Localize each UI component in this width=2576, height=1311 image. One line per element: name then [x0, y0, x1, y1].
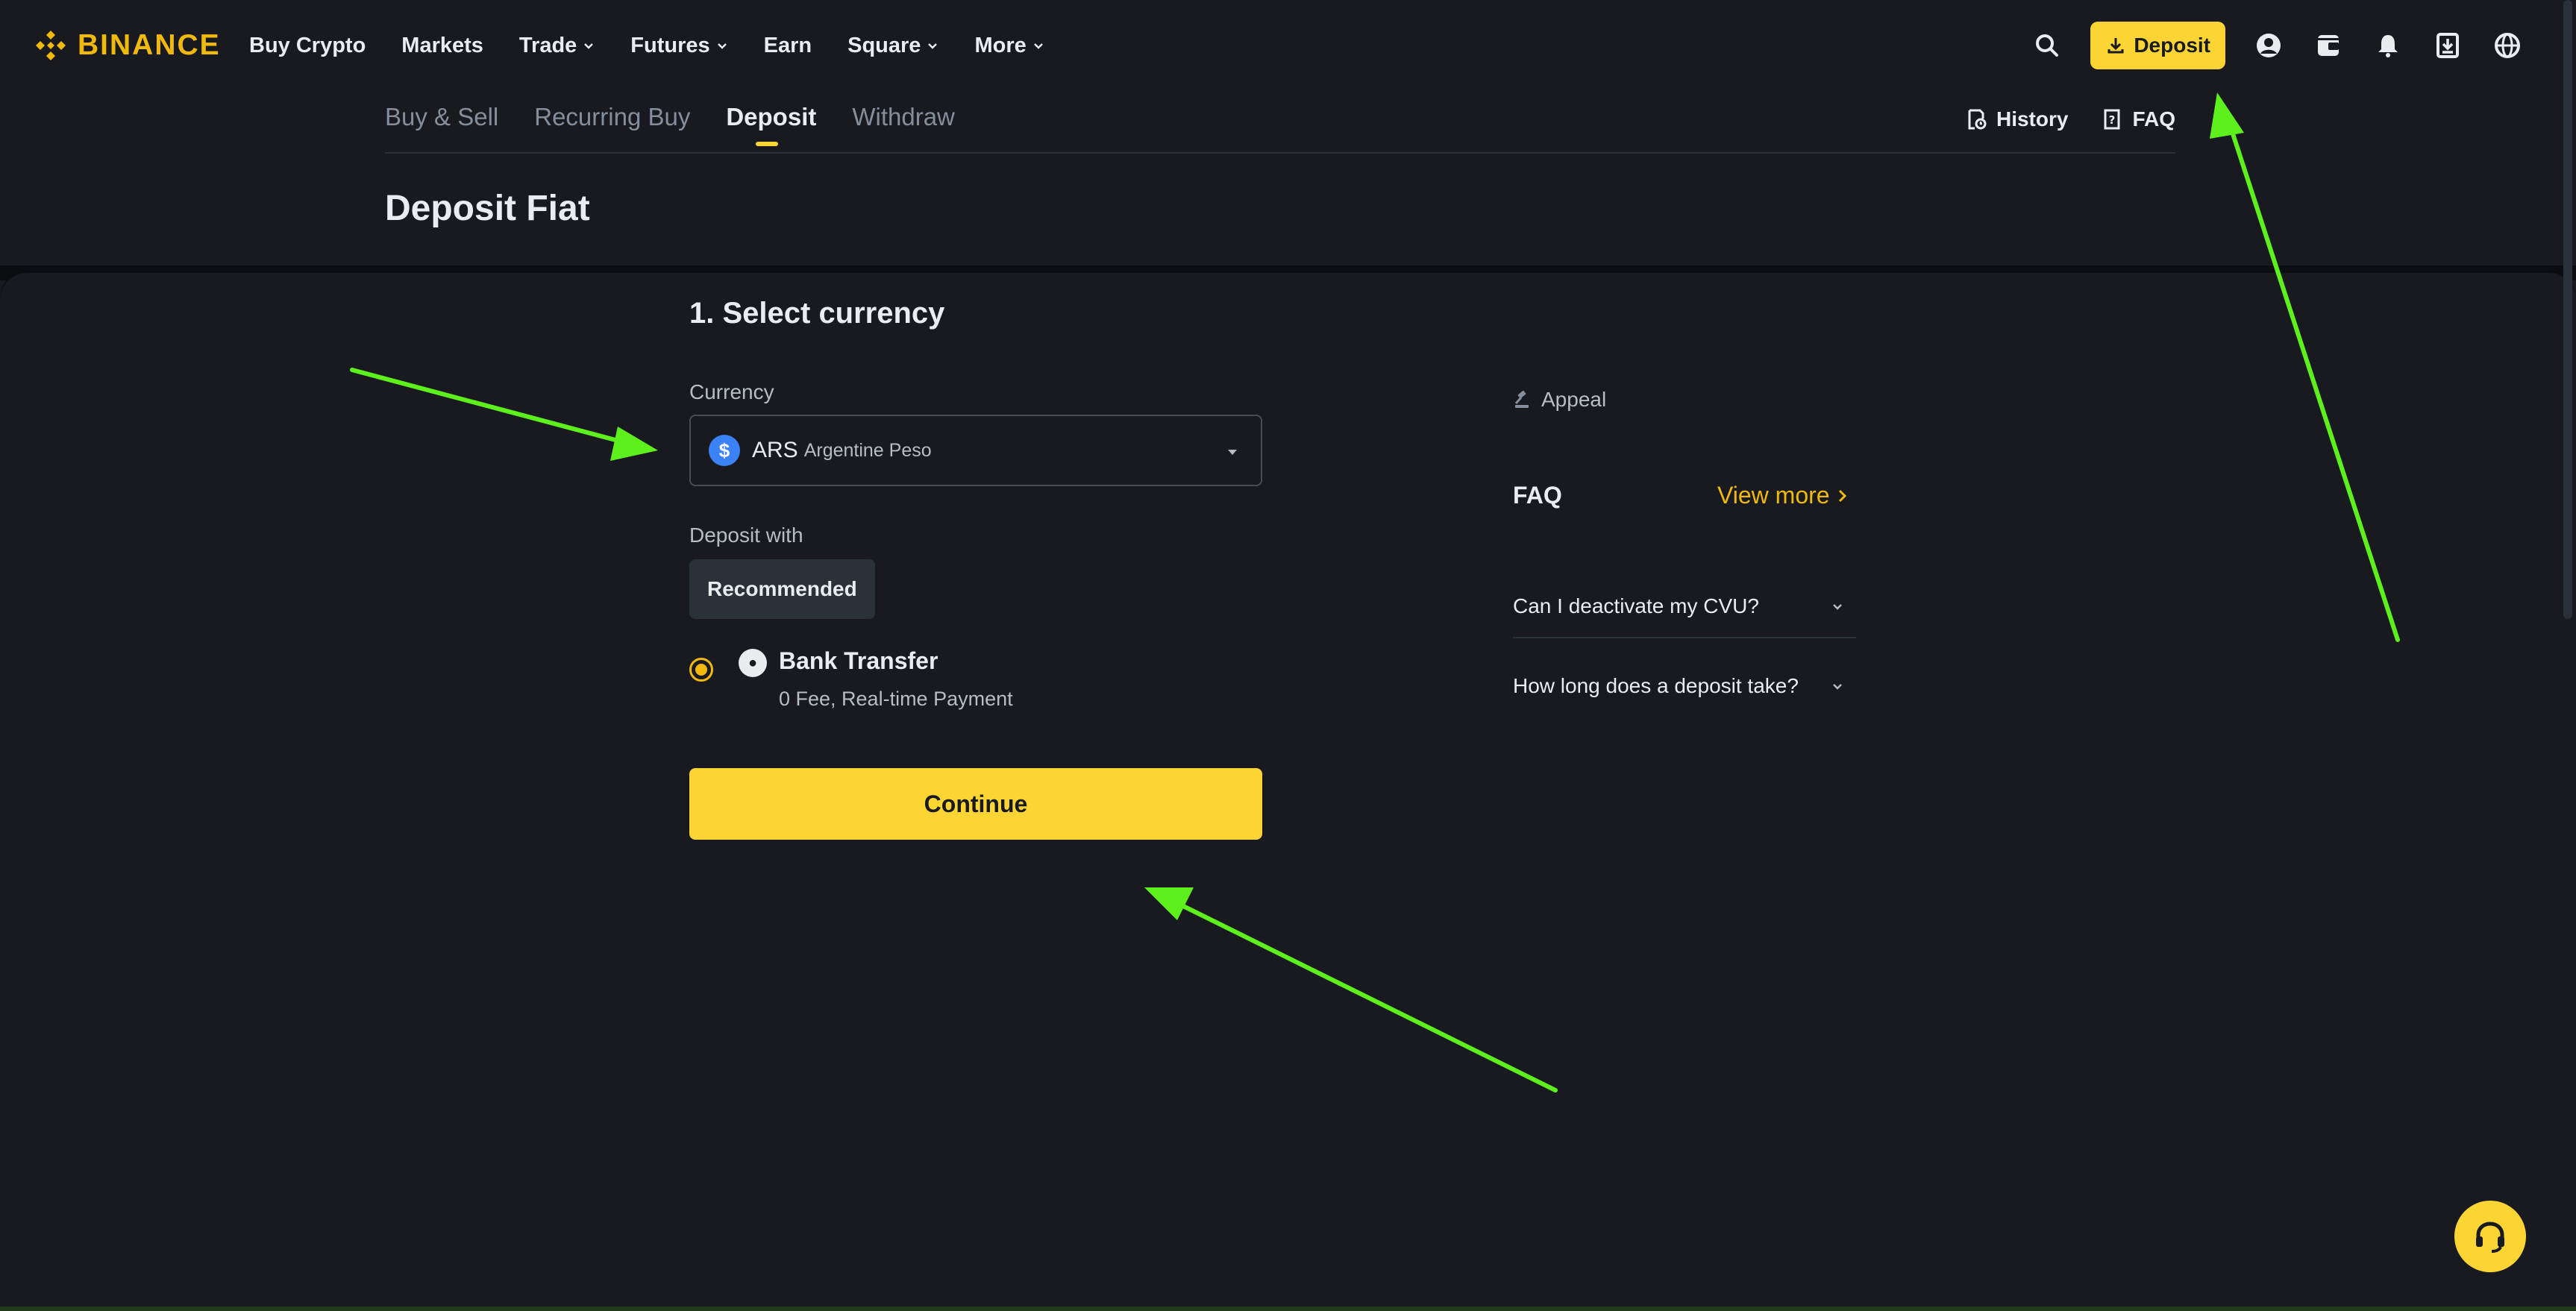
- wallet-icon: [2318, 35, 2339, 56]
- deposit-with-label: Deposit with: [689, 524, 803, 547]
- language-button[interactable]: [2491, 29, 2524, 62]
- nav-label: Buy Crypto: [249, 33, 366, 57]
- user-icon: [2257, 34, 2281, 57]
- window-bottom-edge: [0, 1307, 2576, 1311]
- appeal-label: Appeal: [1541, 388, 1607, 411]
- download-icon: [2108, 38, 2124, 54]
- chevron-down-icon: [1833, 684, 1842, 690]
- faq-label: FAQ: [2132, 107, 2175, 131]
- payment-method-bank-transfer[interactable]: ● Bank Transfer 0 Fee, Real-time Payment: [689, 647, 1262, 722]
- currency-label: Currency: [689, 380, 774, 403]
- download-app-icon: [2436, 33, 2459, 58]
- gavel-icon: [1514, 390, 1529, 408]
- deposit-subnav: Buy & Sell Recurring Buy Deposit Withdra…: [385, 103, 2175, 154]
- subnav-links: History ? FAQ: [1965, 107, 2175, 131]
- deposit-panel: [0, 273, 2576, 1311]
- chevron-down-icon: [717, 43, 727, 49]
- currency-name: Argentine Peso: [803, 439, 932, 461]
- history-label: History: [1996, 107, 2069, 131]
- appeal-link[interactable]: Appeal: [1513, 388, 1606, 412]
- subnav-tabs: Buy & Sell Recurring Buy Deposit Withdra…: [385, 103, 955, 146]
- support-chat-button[interactable]: [2454, 1201, 2526, 1272]
- nav-square[interactable]: Square: [847, 34, 938, 58]
- view-more-link[interactable]: View more: [1717, 482, 1848, 509]
- currency-select[interactable]: $ ARS Argentine Peso: [689, 415, 1262, 486]
- history-icon: [1968, 109, 1987, 130]
- bell-icon: [2378, 35, 2398, 57]
- nav-trade[interactable]: Trade: [519, 34, 595, 58]
- caret-down-icon: [1228, 450, 1237, 455]
- faq-link[interactable]: ? FAQ: [2101, 107, 2175, 131]
- nav-label: Futures: [630, 33, 710, 57]
- method-subtitle: 0 Fee, Real-time Payment: [779, 688, 1013, 710]
- chevron-down-icon: [928, 43, 938, 49]
- nav-markets[interactable]: Markets: [401, 34, 483, 58]
- nav-more[interactable]: More: [974, 34, 1044, 58]
- nav-label: Trade: [518, 33, 577, 57]
- continue-button[interactable]: Continue: [689, 768, 1262, 840]
- faq-question: How long does a deposit take?: [1513, 674, 1799, 697]
- headset-icon: [2476, 1222, 2504, 1253]
- chevron-right-icon: [1838, 489, 1846, 502]
- account-button[interactable]: [2252, 29, 2285, 62]
- tab-deposit[interactable]: Deposit: [726, 103, 816, 146]
- history-link[interactable]: History: [1965, 107, 2068, 131]
- method-radio[interactable]: [689, 658, 713, 682]
- faq-doc-icon: ?: [2104, 109, 2120, 130]
- search-button[interactable]: [2031, 29, 2063, 62]
- svg-text:?: ?: [2109, 113, 2116, 127]
- tab-recurring-buy[interactable]: Recurring Buy: [534, 103, 690, 143]
- nav-earn[interactable]: Earn: [764, 34, 812, 58]
- chevron-down-icon: [1033, 43, 1043, 49]
- search-icon: [2036, 34, 2059, 57]
- recommended-tab[interactable]: Recommended: [689, 559, 875, 619]
- view-more-label: View more: [1717, 482, 1830, 509]
- page-scrollbar[interactable]: [2563, 0, 2572, 619]
- binance-logo[interactable]: BINANCE: [33, 27, 221, 64]
- bank-transfer-icon: ●: [739, 649, 767, 677]
- faq-question: Can I deactivate my CVU?: [1513, 594, 1759, 617]
- logo-text: BINANCE: [78, 29, 221, 61]
- faq-title: FAQ: [1513, 482, 1562, 509]
- binance-logo-icon: [36, 31, 66, 60]
- tab-withdraw[interactable]: Withdraw: [852, 103, 955, 143]
- wallet-button[interactable]: [2312, 29, 2345, 62]
- nav-label: Earn: [763, 33, 812, 57]
- notifications-button[interactable]: [2372, 29, 2404, 62]
- nav-label: More: [974, 33, 1027, 57]
- nav-label: Square: [847, 33, 921, 57]
- top-navigation-bar: BINANCE Buy Crypto Markets Trade Futures…: [0, 0, 2576, 91]
- tab-buy-sell[interactable]: Buy & Sell: [385, 103, 498, 143]
- currency-code: ARS: [752, 438, 798, 462]
- step-title: 1. Select currency: [689, 297, 945, 330]
- nav-label: Markets: [401, 33, 483, 57]
- chevron-down-icon: [584, 43, 594, 49]
- faq-item[interactable]: Can I deactivate my CVU?: [1513, 576, 1856, 638]
- download-app-button[interactable]: [2431, 29, 2464, 62]
- ars-coin-icon: $: [709, 435, 740, 466]
- method-title: Bank Transfer: [779, 647, 938, 674]
- nav-buy-crypto[interactable]: Buy Crypto: [249, 34, 366, 58]
- radio-selected-dot: [695, 664, 707, 676]
- main-nav: Buy Crypto Markets Trade Futures Earn Sq…: [249, 27, 1044, 64]
- deposit-label: Deposit: [2134, 34, 2210, 57]
- chevron-down-icon: [1833, 604, 1842, 610]
- page-title: Deposit Fiat: [385, 189, 590, 228]
- nav-futures[interactable]: Futures: [630, 34, 727, 58]
- faq-item[interactable]: How long does a deposit take?: [1513, 655, 1856, 717]
- header-deposit-button[interactable]: Deposit: [2090, 22, 2225, 69]
- top-actions: Deposit: [2031, 21, 2524, 70]
- globe-icon: [2495, 33, 2520, 58]
